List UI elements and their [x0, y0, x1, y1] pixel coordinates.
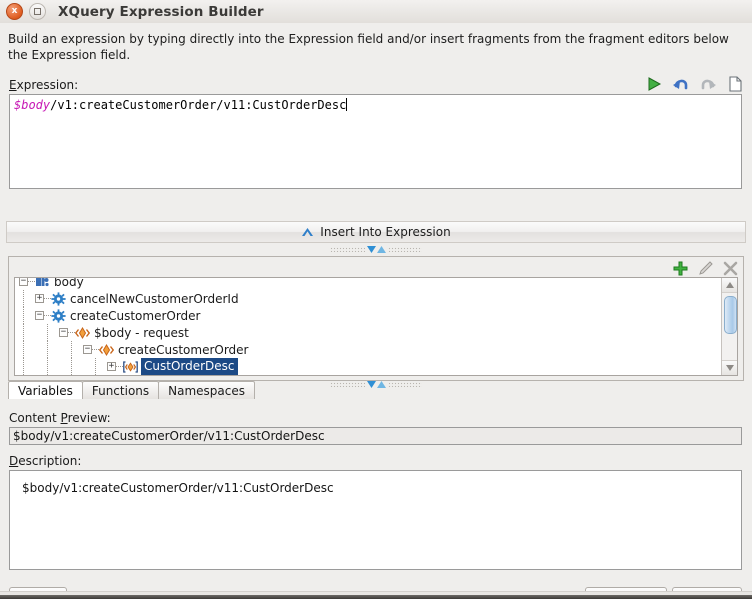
- tree-expander[interactable]: +: [35, 294, 44, 303]
- chevron-up-icon: [302, 227, 314, 236]
- tree-expander[interactable]: +: [107, 362, 116, 371]
- splitter-arrows[interactable]: [366, 245, 386, 253]
- expression-input[interactable]: $body/v1:createCustomerOrder/v11:CustOrd…: [9, 94, 742, 189]
- fragment-tree[interactable]: − body + cancelNewCustomerOrderId − crea…: [14, 277, 738, 376]
- delete-icon: [723, 261, 738, 275]
- tree-row-label: CustOrderDesc: [141, 358, 238, 375]
- content-preview-label-post: review:: [67, 411, 111, 425]
- tree-expander[interactable]: −: [35, 311, 44, 320]
- tree-expander[interactable]: −: [59, 328, 68, 337]
- tab-functions[interactable]: Functions: [81, 381, 160, 399]
- tree-connector: [28, 280, 35, 283]
- content-preview-value: $body/v1:createCustomerOrder/v11:CustOrd…: [13, 429, 325, 443]
- expression-path-text: /v1:createCustomerOrder/v11:CustOrderDes…: [50, 98, 347, 112]
- tree-row[interactable]: − createCustomerOrder: [15, 341, 721, 358]
- tree-row[interactable]: − createCustomerOrder: [15, 307, 721, 324]
- fragment-tabs: Variables Functions Namespaces: [8, 381, 255, 399]
- maximize-icon[interactable]: [29, 3, 46, 20]
- description-label-mnemonic: D: [9, 454, 19, 468]
- tree-row-label: body: [54, 277, 84, 289]
- tree-connector: [68, 331, 75, 334]
- tree-expander[interactable]: −: [19, 278, 28, 286]
- splitter-bottom[interactable]: [330, 380, 422, 388]
- insert-into-expression-label: Insert Into Expression: [320, 225, 451, 239]
- new-document-icon[interactable]: [726, 75, 744, 93]
- content-preview-field: $body/v1:createCustomerOrder/v11:CustOrd…: [9, 427, 742, 445]
- tab-variables[interactable]: Variables: [8, 381, 83, 399]
- expression-label-mnemonic: E: [9, 78, 17, 92]
- tree-connector: [116, 365, 123, 368]
- tree-row-label: createCustomerOrder: [70, 308, 201, 323]
- run-icon[interactable]: [645, 75, 663, 93]
- splitter-dots-left: [330, 246, 365, 252]
- dialog-window: x XQuery Expression Builder Build an exp…: [0, 0, 752, 599]
- operation-gear-icon: [51, 291, 66, 306]
- expression-toolbar: [628, 73, 744, 95]
- body-variable-icon: [36, 278, 49, 286]
- tree-toolbar: [672, 259, 739, 277]
- tree-connector: [92, 348, 99, 351]
- splitter-dots-left: [330, 381, 365, 387]
- element-diamond-icon: [99, 343, 114, 356]
- instructions-text: Build an expression by typing directly i…: [8, 32, 729, 62]
- expression-label: Expression:: [9, 78, 78, 92]
- description-label: Description:: [9, 454, 81, 468]
- collapse-up-icon[interactable]: [376, 245, 386, 253]
- tree-expander[interactable]: −: [83, 345, 92, 354]
- close-icon[interactable]: x: [6, 3, 23, 20]
- tree-rows: − body + cancelNewCustomerOrderId − crea…: [15, 277, 721, 375]
- tree-scrollbar[interactable]: [721, 278, 737, 375]
- content-preview-label: Content Preview:: [9, 411, 111, 425]
- tree-row[interactable]: − $body - request: [15, 324, 721, 341]
- content-preview-label-mnemonic: P: [60, 411, 68, 425]
- scrollbar-thumb[interactable]: [724, 296, 737, 334]
- operation-gear-icon: [51, 308, 66, 323]
- element-diamond-icon: [75, 326, 90, 339]
- tree-row-label: cancelNewCustomerOrderId: [70, 291, 239, 306]
- splitter-arrows[interactable]: [366, 380, 386, 388]
- tree-row[interactable]: − body: [15, 277, 721, 290]
- collapse-down-icon[interactable]: [366, 380, 376, 388]
- title-bar: x XQuery Expression Builder: [0, 0, 752, 24]
- dialog-content: Build an expression by typing directly i…: [0, 23, 752, 599]
- tree-row[interactable]: + CustOrderDesc: [15, 358, 721, 375]
- scroll-up-icon[interactable]: [722, 278, 737, 293]
- tree-row-label: createCustomerOrder: [118, 342, 249, 357]
- tab-namespaces-label: Namespaces: [168, 383, 245, 398]
- tree-connector: [44, 297, 51, 300]
- collapse-down-icon[interactable]: [366, 245, 376, 253]
- maximize-glyph: [34, 8, 41, 15]
- tree-row[interactable]: + cancelNewCustomerOrderId: [15, 290, 721, 307]
- scroll-down-icon[interactable]: [722, 360, 737, 375]
- splitter-dots-right: [387, 246, 422, 252]
- attribute-bracket-icon: [123, 360, 138, 373]
- content-preview-label-pre: Content: [9, 411, 61, 425]
- tab-namespaces[interactable]: Namespaces: [158, 381, 255, 399]
- expression-label-rest: xpression:: [16, 78, 79, 92]
- description-value: $body/v1:createCustomerOrder/v11:CustOrd…: [22, 481, 334, 495]
- text-caret: [346, 98, 348, 111]
- expression-variable-token: $body: [14, 98, 51, 112]
- desktop-taskbar: [0, 595, 752, 599]
- close-glyph: x: [11, 6, 18, 16]
- tab-functions-label: Functions: [91, 383, 150, 398]
- splitter-dots-right: [387, 381, 422, 387]
- window-title: XQuery Expression Builder: [58, 3, 264, 20]
- tree-row-label: $body - request: [94, 325, 189, 340]
- add-icon[interactable]: [672, 260, 689, 277]
- tree-connector: [44, 314, 51, 317]
- fragment-tree-panel: − body + cancelNewCustomerOrderId − crea…: [8, 256, 744, 381]
- redo-icon: [701, 79, 716, 90]
- collapse-up-icon[interactable]: [376, 380, 386, 388]
- undo-icon[interactable]: [672, 75, 690, 93]
- insert-into-expression-button[interactable]: Insert Into Expression: [6, 221, 746, 243]
- splitter-top[interactable]: [330, 245, 422, 253]
- description-field[interactable]: $body/v1:createCustomerOrder/v11:CustOrd…: [9, 470, 742, 570]
- tab-variables-label: Variables: [18, 383, 73, 398]
- edit-icon: [699, 260, 713, 275]
- description-label-post: escription:: [18, 454, 82, 468]
